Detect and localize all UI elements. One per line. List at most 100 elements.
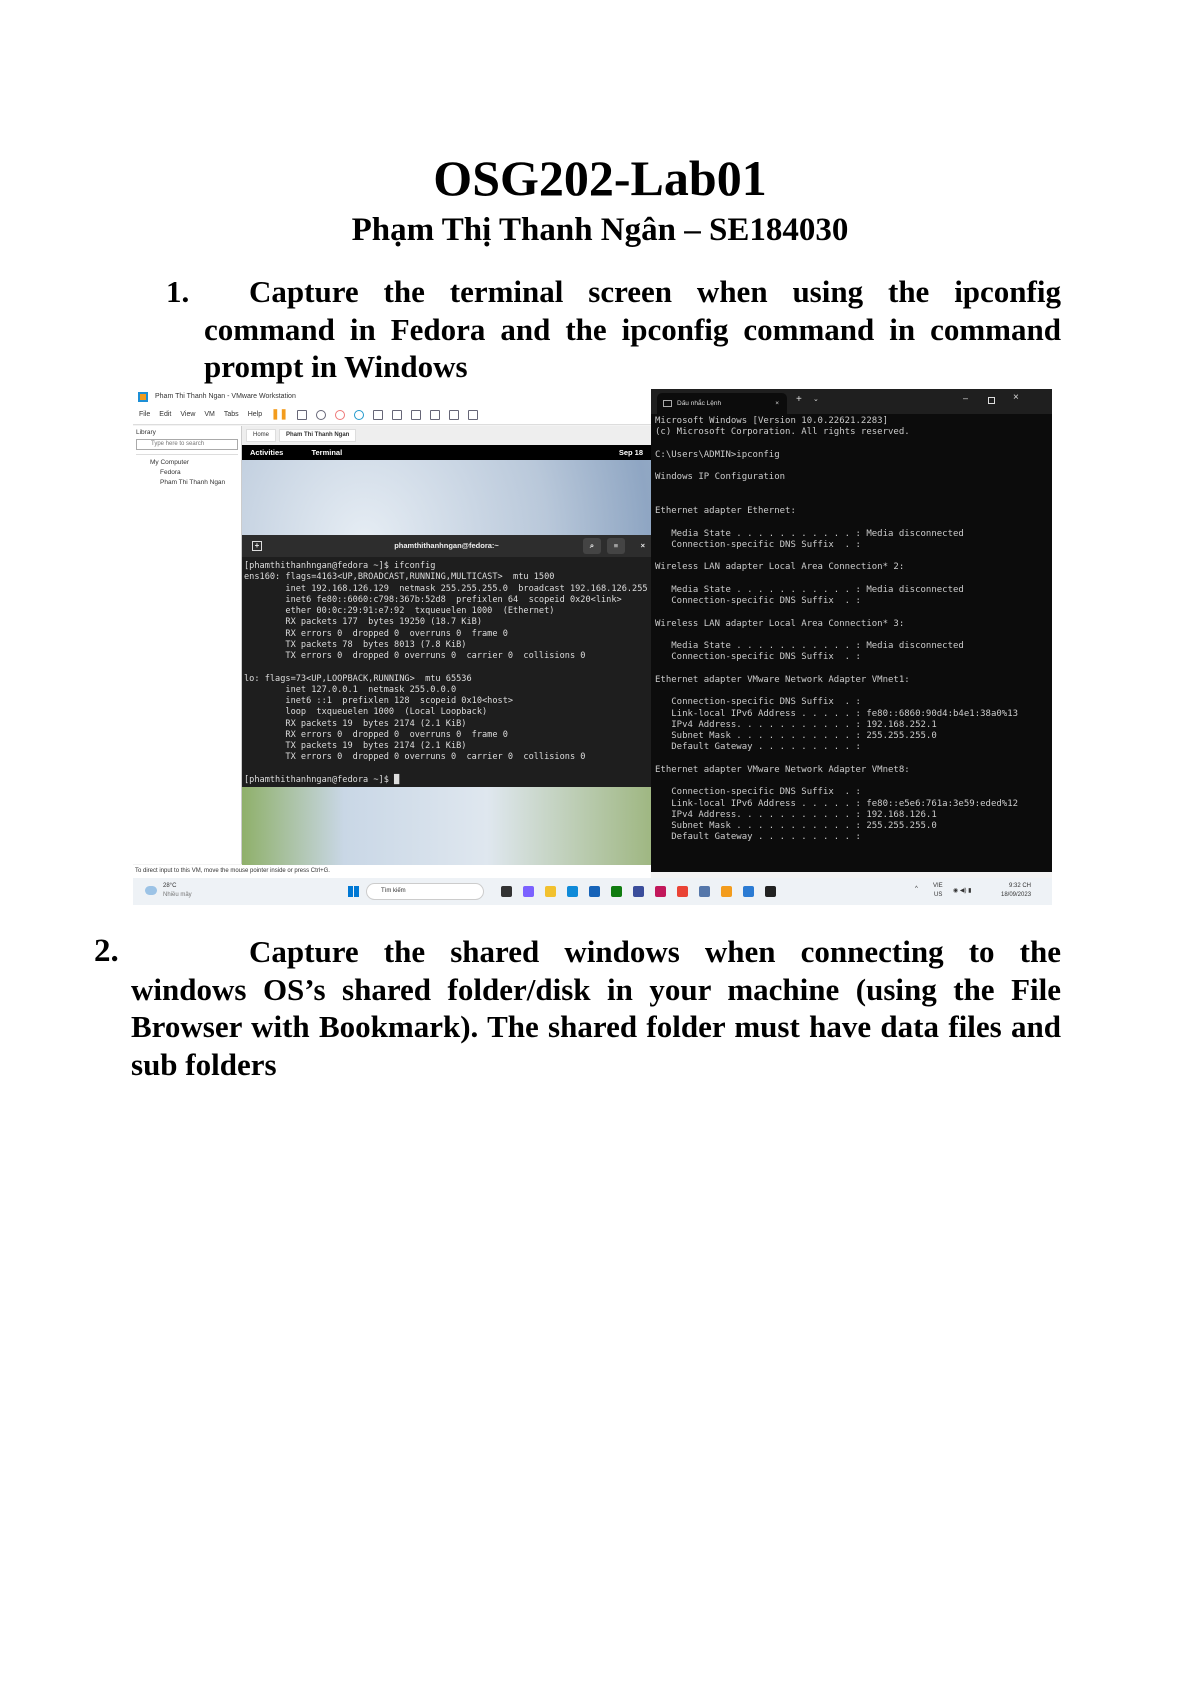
taskbar-app-icon[interactable] (765, 886, 776, 897)
fullscreen-icon[interactable] (410, 409, 421, 420)
taskbar-time[interactable]: 9:32 CH (1009, 883, 1031, 889)
library-search-input[interactable]: Type here to search (136, 439, 238, 450)
snapshot-manager-icon[interactable] (353, 409, 364, 420)
tab-vm[interactable]: Pham Thi Thanh Ngan (279, 429, 357, 442)
unity-icon[interactable] (429, 409, 440, 420)
fedora-top-bar: Activities Terminal Sep 18 (242, 445, 651, 460)
menu-help[interactable]: Help (248, 405, 262, 425)
menu-vm[interactable]: VM (204, 405, 215, 425)
cmd-line: Default Gateway . . . . . . . . . : (655, 742, 861, 753)
taskbar-date[interactable]: 18/09/2023 (1001, 892, 1031, 898)
terminal-line: RX errors 0 dropped 0 overruns 0 frame 0 (244, 729, 508, 740)
clock[interactable]: Sep 18 (619, 445, 643, 460)
weather-icon[interactable] (145, 886, 157, 895)
activities-button[interactable]: Activities (250, 448, 283, 457)
input-language[interactable]: VIE (933, 883, 943, 889)
tree-item-fedora[interactable]: Fedora (136, 468, 238, 478)
cmd-line: Subnet Mask . . . . . . . . . . . : 255.… (655, 731, 937, 741)
taskbar-app-icon[interactable] (633, 886, 644, 897)
cmd-line: (c) Microsoft Corporation. All rights re… (655, 427, 910, 438)
taskbar-app-icon[interactable] (721, 886, 732, 897)
maximize-icon[interactable] (988, 397, 995, 404)
terminal-line: RX errors 0 dropped 0 overruns 0 frame 0 (244, 628, 508, 639)
menu-file[interactable]: File (139, 405, 150, 425)
taskbar-app-icon[interactable] (501, 886, 512, 897)
taskbar-app-icon[interactable] (589, 886, 600, 897)
terminal-app-label[interactable]: Terminal (311, 448, 342, 457)
cmd-line: Subnet Mask . . . . . . . . . . . : 255.… (655, 821, 937, 831)
cmd-line: Media State . . . . . . . . . . . : Medi… (655, 584, 964, 595)
taskbar-app-icon[interactable] (677, 886, 688, 897)
question-number: 2. (94, 933, 119, 969)
minimize-icon[interactable]: – (963, 393, 968, 403)
menu-icon[interactable]: ≡ (607, 538, 625, 554)
input-region[interactable]: US (934, 892, 942, 898)
new-tab-icon[interactable]: + (252, 541, 262, 551)
menu-view[interactable]: View (180, 405, 195, 425)
new-tab-icon[interactable]: + (796, 394, 802, 405)
tray-chevron-icon[interactable]: ^ (915, 886, 918, 892)
snapshot-icon[interactable] (315, 409, 326, 420)
author-line: Phạm Thị Thanh Ngân – SE184030 (351, 212, 849, 248)
close-window-icon[interactable]: × (1013, 392, 1019, 403)
menu-edit[interactable]: Edit (159, 405, 171, 425)
taskbar-app-icon[interactable] (699, 886, 710, 897)
menu-tabs[interactable]: Tabs (224, 405, 239, 425)
screenshot: Pham Thi Thanh Ngan - VMware Workstation… (133, 389, 1052, 905)
cmd-line (655, 439, 1018, 450)
dropdown-icon[interactable]: ⌄ (813, 395, 819, 403)
sidebar-toggle-icon[interactable] (372, 409, 383, 420)
cmd-window[interactable]: Dấu nhắc Lệnh × + ⌄ – × Microsoft Window… (651, 389, 1052, 872)
search-icon[interactable]: ⌕ (583, 538, 601, 554)
start-icon[interactable] (348, 886, 359, 897)
terminal-title: phamthithanhngan@fedora:~ (394, 541, 499, 550)
tab-home[interactable]: Home (246, 429, 277, 442)
terminal-line: lo: flags=73<UP,LOOPBACK,RUNNING> mtu 65… (244, 673, 472, 684)
close-icon[interactable]: × (641, 535, 645, 557)
taskbar-search-input[interactable]: Tìm kiếm (366, 883, 484, 900)
send-keys-icon[interactable] (296, 409, 307, 420)
cmd-line: Link-local IPv6 Address . . . . . : fe80… (655, 708, 1019, 719)
terminal-line: TX errors 0 dropped 0 overruns 0 carrier… (244, 752, 586, 763)
taskbar-app-icon[interactable] (523, 886, 534, 897)
cmd-tab-title: Dấu nhắc Lệnh (677, 400, 722, 407)
stretch-icon[interactable] (467, 409, 478, 420)
terminal-line: RX packets 177 bytes 19250 (18.7 KiB) (244, 617, 482, 628)
vmware-logo-icon (138, 392, 148, 402)
close-tab-icon[interactable]: × (775, 393, 779, 414)
terminal-line: [phamthithanhngan@fedora ~]$ ifconfig (244, 561, 436, 571)
taskbar-app-icon[interactable] (611, 886, 622, 897)
cmd-line (655, 664, 1018, 675)
cmd-line: Microsoft Windows [Version 10.0.22621.22… (655, 416, 888, 426)
fedora-terminal-window[interactable]: + phamthithanhngan@fedora:~ ⌕ ≡ × [phamt… (242, 535, 651, 787)
question-2: 2. Capture the shared windows when conne… (94, 933, 1061, 1083)
cmd-line (655, 517, 1018, 528)
weather-text: Nhiều mây (163, 892, 192, 898)
pause-icon[interactable]: ❚❚ (271, 405, 288, 425)
cmd-line: Ethernet adapter VMware Network Adapter … (655, 764, 910, 775)
terminal-line: inet 127.0.0.1 netmask 255.0.0.0 (244, 684, 457, 695)
cmd-line (655, 754, 1018, 765)
cmd-tab[interactable]: Dấu nhắc Lệnh × (657, 393, 787, 414)
taskbar-app-icon[interactable] (655, 886, 666, 897)
terminal-header: + phamthithanhngan@fedora:~ ⌕ ≡ × (242, 535, 651, 557)
tree-item-my-computer[interactable]: My Computer (136, 458, 238, 468)
console-icon[interactable] (448, 409, 459, 420)
terminal-line: inet6 fe80::6060:c798:367b:52d8 prefixle… (244, 594, 622, 605)
network-volume-battery-icon[interactable]: ◉ ◀) ▮ (953, 887, 971, 894)
tree-item-vm[interactable]: Pham Thi Thanh Ngan (136, 478, 238, 488)
cmd-line: Windows IP Configuration (655, 472, 786, 483)
thumbnail-icon[interactable] (391, 409, 402, 420)
terminal-line: ether 00:0c:29:91:e7:92 txqueuelen 1000 … (244, 606, 555, 616)
taskbar-app-icon[interactable] (567, 886, 578, 897)
taskbar-app-icon[interactable] (743, 886, 754, 897)
taskbar-app-icon[interactable] (545, 886, 556, 897)
terminal-line: TX errors 0 dropped 0 overruns 0 carrier… (244, 651, 586, 661)
windows-taskbar: 28°C Nhiều mây Tìm kiếm ^ VIE US ◉ ◀) ▮ … (133, 878, 1052, 905)
cmd-line (655, 551, 1018, 562)
terminal-line: loop txqueuelen 1000 (Local Loopback) (244, 707, 488, 718)
vmware-status-bar: To direct input to this VM, move the mou… (133, 865, 651, 878)
search-placeholder: Tìm kiếm (381, 888, 406, 894)
cmd-line: Connection-specific DNS Suffix . : (655, 596, 861, 606)
revert-snapshot-icon[interactable] (334, 409, 345, 420)
